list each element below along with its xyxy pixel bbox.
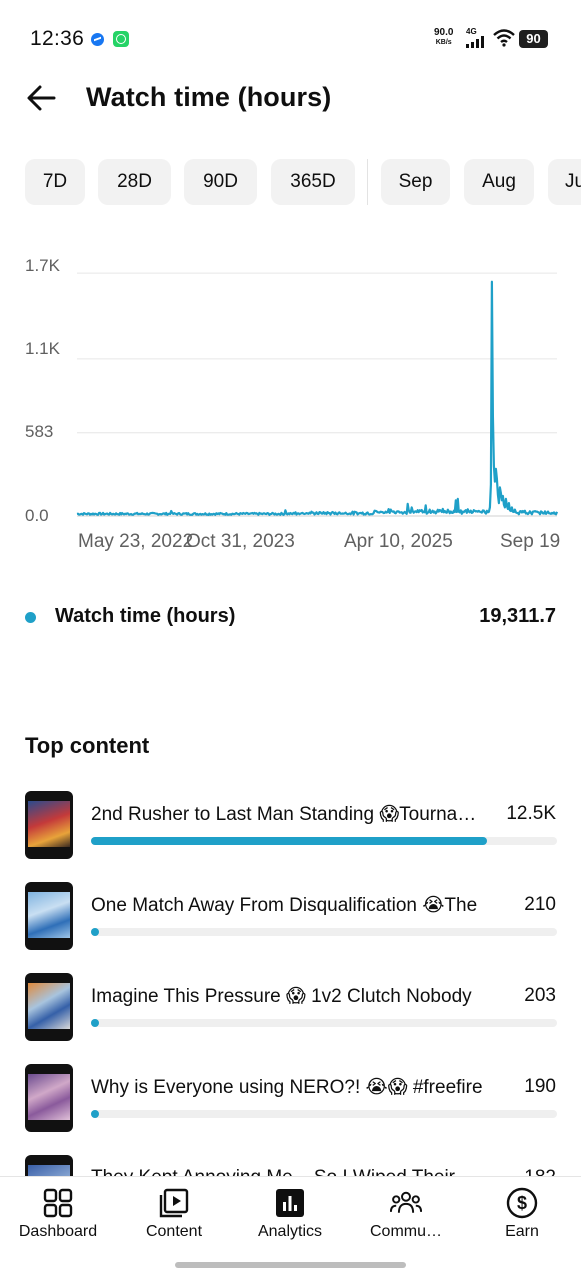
x-tick-label: May 23, 2022 (78, 531, 194, 552)
legend-dot (25, 612, 36, 623)
video-thumbnail (25, 882, 73, 950)
battery-indicator: 90 (519, 30, 548, 48)
video-watch-time: 203 (524, 985, 556, 1006)
whatsapp-icon (113, 31, 129, 47)
wifi-icon (493, 29, 515, 47)
status-bar: 12:36 90.0 KB/s 4G 90 (0, 0, 581, 72)
x-tick-label: Sep 19 (500, 531, 561, 552)
community-icon (390, 1191, 422, 1213)
top-content-title: Top content (25, 733, 150, 758)
watch-time-bar (91, 1019, 557, 1027)
content-icon (159, 1188, 189, 1218)
video-thumbnail (25, 973, 73, 1041)
chip-divider (367, 159, 368, 205)
dashboard-icon (43, 1188, 73, 1218)
nav-label: Content (145, 1223, 203, 1240)
video-thumbnail (25, 791, 73, 859)
video-watch-time: 210 (524, 894, 556, 915)
chip-90d[interactable]: 90D (184, 159, 257, 205)
content-row[interactable]: Imagine This Pressure 😱 1v2 Clutch Nobod… (0, 973, 581, 1043)
video-title: One Match Away From Disqualification 😭Th… (91, 895, 478, 916)
back-arrow-icon[interactable] (22, 80, 62, 116)
nav-content[interactable]: Content (116, 1177, 232, 1257)
page-title: Watch time (hours) (86, 82, 332, 112)
video-watch-time: 12.5K (506, 803, 556, 824)
content-row[interactable]: One Match Away From Disqualification 😭Th… (0, 882, 581, 952)
series-line-watch-time (76, 280, 559, 516)
video-thumbnail (25, 1064, 73, 1132)
watch-time-bar-fill (91, 1019, 99, 1027)
net-speed: 90.0 KB/s (434, 28, 453, 48)
svg-text:$: $ (517, 1193, 527, 1213)
analytics-icon (276, 1189, 304, 1217)
content-row[interactable]: Why is Everyone using NERO?! 😭😱 #freefir… (0, 1064, 581, 1134)
nav-earn[interactable]: $ Earn (464, 1177, 580, 1257)
chip-jul[interactable]: Ju (548, 159, 581, 205)
messenger-icon (91, 33, 104, 46)
chip-aug[interactable]: Aug (464, 159, 534, 205)
nav-community[interactable]: Commu… (348, 1177, 464, 1257)
watch-time-bar-fill (91, 928, 99, 936)
nav-label: Analytics (257, 1223, 323, 1240)
legend-total: 19,311.7 (479, 605, 556, 627)
video-watch-time: 190 (524, 1076, 556, 1097)
network-type: 4G (466, 27, 477, 36)
signal-icon (466, 36, 488, 48)
watch-time-bar (91, 837, 557, 845)
video-title: Imagine This Pressure 😱 1v2 Clutch Nobod… (91, 986, 472, 1007)
content-row[interactable]: 2nd Rusher to Last Man Standing 😱Tournam… (0, 791, 581, 861)
earn-icon: $ (506, 1187, 538, 1219)
watch-time-bar-fill (91, 1110, 99, 1118)
x-tick-label: Apr 10, 2025 (344, 531, 453, 552)
nav-label: Commu… (369, 1223, 442, 1240)
watch-time-bar (91, 1110, 557, 1118)
nav-dashboard[interactable]: Dashboard (0, 1177, 116, 1257)
video-title: 2nd Rusher to Last Man Standing 😱Tournam… (91, 804, 491, 825)
chip-28d[interactable]: 28D (98, 159, 171, 205)
chip-sep[interactable]: Sep (381, 159, 450, 205)
nav-analytics[interactable]: Analytics (232, 1177, 348, 1257)
watch-time-bar (91, 928, 557, 936)
video-title: Why is Everyone using NERO?! 😭😱 #freefir… (91, 1077, 483, 1098)
status-time: 12:36 (30, 27, 85, 50)
x-tick-label: Oct 31, 2023 (186, 531, 295, 552)
chip-7d[interactable]: 7D (25, 159, 85, 205)
net-speed-value: 90.0 (434, 27, 454, 38)
home-indicator (175, 1262, 406, 1268)
period-chips: 7D 28D 90D 365D Sep Aug Ju (25, 159, 581, 205)
watch-time-bar-fill (91, 837, 488, 845)
chip-365d[interactable]: 365D (271, 159, 355, 205)
net-speed-unit: KB/s (435, 39, 452, 46)
watch-time-chart: 1.7K 1.1K 583 0.0 May 23, 2022 Oct 31, 2… (0, 240, 581, 560)
nav-label: Earn (505, 1223, 539, 1240)
legend-label: Watch time (hours) (55, 605, 236, 627)
chart-plot[interactable] (0, 240, 581, 530)
nav-label: Dashboard (18, 1223, 98, 1240)
